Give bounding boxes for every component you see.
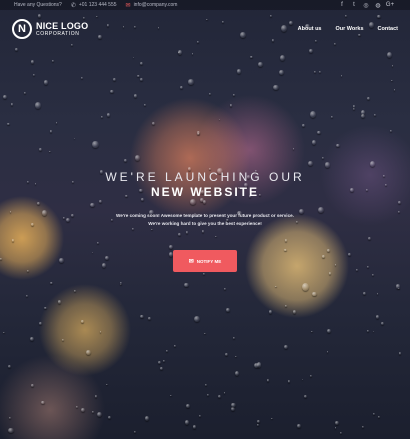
hero-subtitle: We're coming soon! Awesome template to p… [0, 212, 410, 228]
hero-section: WE'RE LAUNCHING OUR NEW WEBSITE We're co… [0, 170, 410, 272]
site-header: N NICE LOGO CORPORATION About us Our Wor… [12, 16, 398, 42]
nav-item-contact[interactable]: Contact [378, 26, 398, 32]
social-links: f t ◎ ◍ G+ [336, 2, 396, 9]
google-plus-icon[interactable]: G+ [384, 2, 396, 9]
hero-subtitle-line1: We're coming soon! Awesome template to p… [116, 213, 294, 218]
twitter-icon[interactable]: t [348, 2, 360, 9]
email-item[interactable]: ✉ info@company.com [126, 2, 178, 9]
logo-line1: NICE LOGO [36, 20, 89, 31]
top-info-bar: Have any Questions? ✆ +01 123 444 555 ✉ … [0, 0, 410, 10]
logo-text: NICE LOGO CORPORATION [36, 20, 89, 37]
hero-title-bold: NEW WEBSITE [151, 185, 259, 199]
facebook-icon[interactable]: f [336, 2, 348, 9]
nav-item-our-works[interactable]: Our Works [336, 26, 364, 32]
notify-me-button[interactable]: ✉ NOTIFY ME [173, 250, 237, 272]
phone-icon: ✆ [70, 2, 76, 9]
question-text: Have any Questions? [14, 2, 62, 8]
envelope-icon: ✉ [188, 258, 194, 265]
phone-number: +01 123 444 555 [78, 2, 117, 8]
nav-item-about-us[interactable]: About us [298, 26, 322, 32]
instagram-icon[interactable]: ◎ [360, 2, 372, 9]
logo-mark-icon: N [12, 19, 32, 39]
envelope-icon: ✉ [125, 2, 131, 9]
phone-item[interactable]: ✆ +01 123 444 555 [71, 2, 117, 9]
email-address: info@company.com [133, 2, 178, 8]
hero-subtitle-line2: We're working hard to give you the best … [148, 221, 262, 226]
question-item: Have any Questions? [14, 2, 62, 8]
hero-title-light: WE'RE LAUNCHING OUR [105, 170, 305, 184]
main-nav: About us Our Works Contact [284, 26, 398, 32]
dribbble-icon[interactable]: ◍ [372, 2, 384, 9]
site-logo[interactable]: N NICE LOGO CORPORATION [12, 19, 88, 39]
notify-me-label: NOTIFY ME [196, 258, 222, 264]
logo-line2: CORPORATION [36, 30, 80, 37]
